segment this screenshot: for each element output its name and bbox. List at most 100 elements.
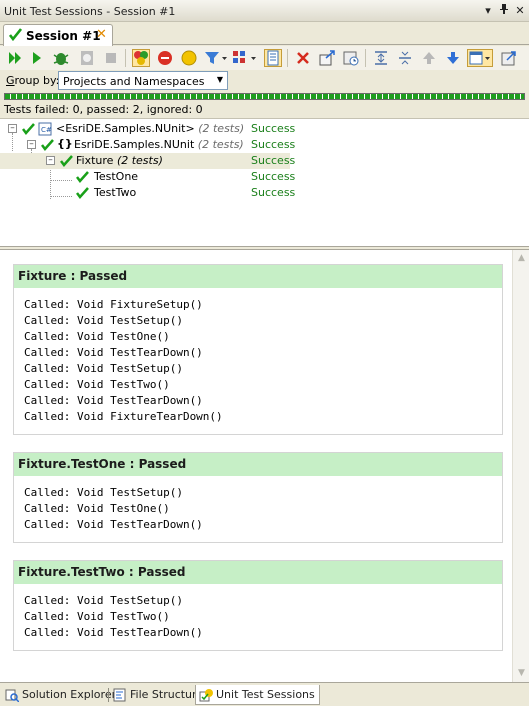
section-title: Fixture : Passed [14, 265, 502, 288]
tab-label: File Structure [130, 688, 204, 701]
toolbar [0, 46, 529, 70]
run-all-icon[interactable] [6, 49, 24, 67]
collapse-icon[interactable]: – [46, 156, 55, 165]
toolbar-separator [365, 49, 366, 67]
test-summary: Tests failed: 0, passed: 2, ignored: 0 [4, 103, 203, 116]
collapse-all-icon[interactable] [396, 49, 414, 67]
show-output-icon[interactable] [264, 49, 282, 67]
tree-item-label: <EsriDE.Samples.NUnit> [56, 122, 195, 135]
collapse-icon[interactable]: – [27, 140, 36, 149]
log-line: Called: Void TestOne() [24, 502, 170, 515]
log-line: Called: Void TestTearDown() [24, 626, 203, 639]
output-section-test-two: Fixture.TestTwo : Passed Called: Void Te… [13, 560, 503, 651]
window-title-bar: Unit Test Sessions - Session #1 ▾ ✕ [0, 0, 529, 22]
tab-close-icon[interactable]: ✕ [96, 27, 107, 42]
tab-label: Solution Explorer [22, 688, 117, 701]
check-icon [60, 155, 73, 170]
solution-explorer-icon [5, 688, 20, 705]
window-title: Unit Test Sessions - Session #1 [4, 5, 176, 18]
failed-filter-icon[interactable] [156, 49, 174, 67]
tree-item-project[interactable]: – C# <EsriDE.Samples.NUnit> (2 tests) Su… [0, 121, 295, 137]
stop-icon[interactable] [102, 49, 120, 67]
result-label: Success [251, 138, 296, 151]
tab-label: Unit Test Sessions [216, 688, 315, 701]
pin-icon[interactable] [496, 3, 512, 19]
check-icon [76, 171, 89, 186]
svg-text:C#: C# [41, 126, 52, 134]
section-title: Fixture.TestTwo : Passed [14, 561, 502, 584]
tree-item-label: TestOne [94, 170, 139, 183]
tree-item-test-two[interactable]: TestTwo Success [0, 185, 295, 202]
grid-options-icon[interactable] [232, 49, 258, 67]
tab-label: Session #1 [26, 29, 101, 43]
scroll-down-icon[interactable]: ▼ [514, 666, 529, 681]
tab-separator [108, 688, 109, 702]
show-all-icon[interactable] [132, 49, 150, 67]
export-icon[interactable] [318, 49, 336, 67]
log-line: Called: Void TestOne() [24, 330, 170, 343]
tool-window-tabs: Solution Explorer File Structure Unit Te… [0, 682, 529, 706]
section-log: Called: Void TestSetup() Called: Void Tes… [14, 584, 502, 650]
log-line: Called: Void TestSetup() [24, 486, 183, 499]
tab-solution-explorer[interactable]: Solution Explorer [2, 685, 120, 705]
tree-item-fixture[interactable]: – Fixture (2 tests) Success [0, 153, 295, 170]
check-icon [76, 187, 89, 202]
tree-item-label: EsriDE.Samples.NUnit [74, 138, 195, 151]
document-tab-strip: Session #1 ✕ [0, 22, 529, 46]
result-label: Success [251, 170, 296, 183]
layout-dropdown-icon[interactable] [467, 49, 493, 67]
vertical-scrollbar[interactable]: ▲ ▼ [512, 250, 529, 682]
dropdown-arrow-icon[interactable]: ▾ [480, 3, 496, 19]
log-line: Called: Void FixtureSetup() [24, 298, 203, 311]
check-icon [41, 139, 54, 154]
section-title: Fixture.TestOne : Passed [14, 453, 502, 476]
log-line: Called: Void TestTearDown() [24, 346, 203, 359]
open-window-icon[interactable] [500, 49, 518, 67]
group-by-label: Group by: [6, 74, 60, 87]
result-label: Success [251, 154, 296, 167]
tree-item-namespace[interactable]: – {} EsriDE.Samples.NUnit (2 tests) Succ… [0, 137, 295, 154]
history-icon[interactable] [342, 49, 360, 67]
test-tree[interactable]: – C# <EsriDE.Samples.NUnit> (2 tests) Su… [0, 118, 529, 246]
tab-file-structure[interactable]: File Structure [110, 685, 207, 705]
close-icon[interactable]: ✕ [512, 3, 528, 19]
scroll-up-icon[interactable]: ▲ [514, 251, 529, 266]
section-log: Called: Void FixtureSetup() Called: Void … [14, 288, 502, 434]
log-line: Called: Void TestTearDown() [24, 394, 203, 407]
test-progress-bar [4, 93, 525, 100]
result-label: Success [251, 186, 296, 199]
next-icon[interactable] [444, 49, 462, 67]
remove-icon[interactable] [294, 49, 312, 67]
log-line: Called: Void TestTwo() [24, 378, 170, 391]
section-log: Called: Void TestSetup() Called: Void Tes… [14, 476, 502, 542]
output-pane[interactable]: Fixture : Passed Called: Void FixtureSet… [0, 250, 529, 682]
previous-icon[interactable] [420, 49, 438, 67]
log-line: Called: Void FixtureTearDown() [24, 410, 223, 423]
log-line: Called: Void TestTwo() [24, 610, 170, 623]
tab-session-1[interactable]: Session #1 ✕ [3, 24, 113, 46]
output-section-test-one: Fixture.TestOne : Passed Called: Void Te… [13, 452, 503, 543]
tab-unit-test-sessions[interactable]: Unit Test Sessions [195, 685, 320, 705]
check-icon [8, 28, 23, 44]
tree-item-test-one[interactable]: TestOne Success [0, 169, 295, 186]
test-count: (2 tests) [197, 138, 244, 151]
run-icon[interactable] [28, 49, 46, 67]
filter-dropdown-icon[interactable] [204, 49, 228, 67]
group-by-select[interactable]: Projects and Namespaces ▼ [58, 71, 228, 90]
debug-icon[interactable] [52, 49, 70, 67]
expand-all-icon[interactable] [372, 49, 390, 67]
collapse-icon[interactable]: – [8, 124, 17, 133]
namespace-icon: {} [57, 137, 73, 150]
group-by-value: Projects and Namespaces [63, 75, 205, 88]
ignored-filter-icon[interactable] [180, 49, 198, 67]
profile-icon[interactable] [78, 49, 96, 67]
test-count: (2 tests) [198, 122, 245, 135]
log-line: Called: Void TestSetup() [24, 314, 183, 327]
chevron-down-icon[interactable]: ▼ [217, 75, 223, 84]
tree-item-label: TestTwo [94, 186, 137, 199]
output-section-fixture: Fixture : Passed Called: Void FixtureSet… [13, 264, 503, 435]
toolbar-separator [125, 49, 126, 67]
tree-item-label: Fixture [76, 154, 114, 167]
log-line: Called: Void TestSetup() [24, 594, 183, 607]
file-structure-icon [113, 688, 127, 705]
